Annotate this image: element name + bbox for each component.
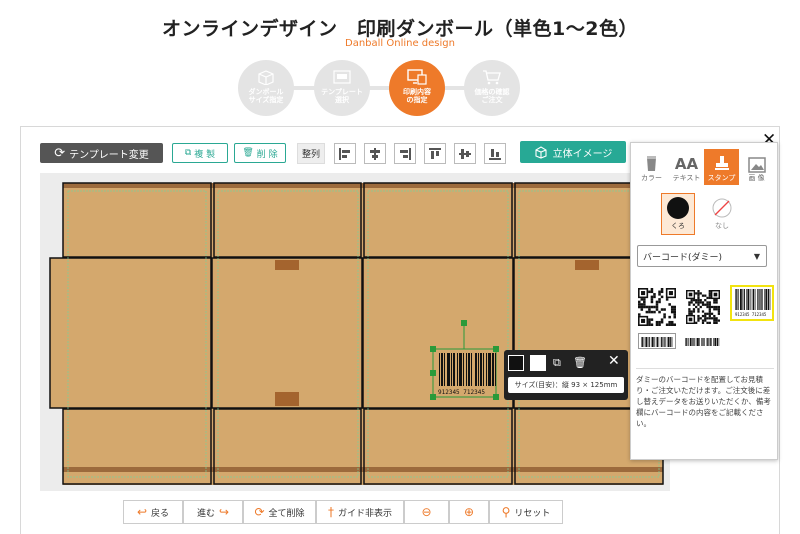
image-icon	[747, 157, 766, 173]
redo-icon: ↪	[218, 505, 230, 519]
color-black-button[interactable]	[508, 355, 524, 371]
trash-icon[interactable]: 🗑	[573, 356, 587, 369]
element-popup: ⧉ 🗑 ✕ サイズ(目安)：縦 93 × 125mm	[504, 350, 628, 400]
stamp-icon	[714, 156, 729, 170]
duplicate-button[interactable]: ⧉ 複 製	[172, 143, 228, 163]
refresh-icon: ⟳	[54, 145, 66, 161]
qr-code-icon	[686, 290, 720, 324]
zoom-in-icon: ⊕	[463, 505, 475, 519]
size-readout: サイズ(目安)：縦 93 × 125mm	[508, 377, 624, 393]
step-label: ダンボール サイズ指定	[248, 88, 284, 104]
swatch-none[interactable]: なし	[705, 193, 739, 235]
zoom-out-button[interactable]: ⊖	[404, 500, 449, 524]
step-order[interactable]: 価格の確認 ご注文	[464, 60, 520, 116]
monitor-icon	[407, 69, 427, 85]
design-canvas[interactable]: 912345 712345	[40, 173, 670, 491]
step-template[interactable]: テンプレート 選択	[314, 60, 370, 116]
tab-color[interactable]: カラー	[634, 149, 669, 185]
step-label: 印刷内容 の指定	[403, 88, 431, 104]
align-center-icon	[370, 147, 380, 160]
guide-toggle-button[interactable]: † ガイド非表示	[316, 500, 404, 524]
no-color-icon	[712, 198, 732, 218]
barcode-icon	[641, 337, 673, 347]
text-icon: AA	[674, 155, 699, 173]
zoom-out-icon: ⊖	[421, 505, 432, 519]
page-subtitle: Danball Online design	[345, 38, 455, 49]
barcode-icon: 912345 712345	[735, 289, 771, 317]
refresh-icon: ⟳	[254, 505, 265, 519]
cart-icon	[483, 70, 501, 85]
3d-view-button[interactable]: 立体イメージ	[520, 141, 626, 163]
align-label: 整列	[297, 143, 325, 164]
svg-text:912345 712345: 912345 712345	[735, 312, 767, 317]
step-print-content[interactable]: 印刷内容 の指定	[389, 60, 445, 116]
copy-icon: ⧉	[184, 148, 192, 158]
barcode-option[interactable]	[685, 333, 721, 346]
undo-button[interactable]: ↩ 戻る	[123, 500, 183, 524]
tab-image[interactable]: 画 像	[739, 149, 774, 185]
page-title: オンラインデザイン 印刷ダンボール（単色1～2色）	[162, 18, 638, 40]
trash-icon: 🗑	[242, 148, 254, 158]
logo-box-icon	[333, 70, 351, 84]
step-size[interactable]: ダンボール サイズ指定	[238, 60, 294, 116]
stamp-panel: カラー AA テキスト スタンプ 画 像 くろ なし バーコード(ダミー) ▼ …	[630, 142, 778, 460]
search-icon: ⚲	[501, 505, 511, 519]
redo-button[interactable]: 進む ↪	[183, 500, 243, 524]
template-change-button[interactable]: ⟳ テンプレート変更	[40, 143, 163, 163]
delete-button[interactable]: 🗑 削 除	[234, 143, 286, 163]
black-circle-icon	[667, 197, 689, 219]
align-middle-icon	[459, 148, 471, 159]
reset-button[interactable]: ⚲ リセット	[489, 500, 563, 524]
copy-icon[interactable]: ⧉	[553, 356, 561, 370]
delete-all-button[interactable]: ⟳ 全て削除	[243, 500, 316, 524]
barcode-option-selected[interactable]: 912345 712345	[730, 285, 774, 321]
box-icon	[258, 70, 274, 85]
stamp-type-select[interactable]: バーコード(ダミー) ▼	[637, 245, 767, 267]
align-top-icon	[429, 147, 441, 159]
cube-icon	[535, 145, 547, 159]
align-bottom-button[interactable]	[484, 143, 506, 164]
chevron-down-icon: ▼	[753, 251, 760, 261]
undo-icon: ↩	[136, 505, 148, 519]
tab-text[interactable]: AA テキスト	[669, 149, 704, 185]
guide-icon: †	[327, 505, 334, 519]
barcode-option[interactable]	[638, 333, 676, 349]
stamp-description: ダミーのバーコードを配置してお見積り・ご注文いただけます。ご注文後に差し替えデー…	[636, 368, 774, 429]
align-top-button[interactable]	[424, 143, 446, 164]
align-center-button[interactable]	[364, 143, 386, 164]
align-left-icon	[339, 147, 350, 160]
align-left-button[interactable]	[334, 143, 356, 164]
align-bottom-icon	[489, 148, 501, 160]
paint-bucket-icon	[646, 156, 656, 171]
color-white-button[interactable]	[530, 355, 546, 371]
barcode-number: 912345 712345	[438, 389, 485, 396]
align-right-icon	[400, 147, 411, 160]
zoom-in-button[interactable]: ⊕	[449, 500, 489, 524]
barcode-icon	[685, 338, 720, 346]
close-icon[interactable]: ✕	[608, 353, 620, 369]
align-middle-button[interactable]	[454, 143, 476, 164]
align-right-button[interactable]	[394, 143, 416, 164]
step-label: テンプレート 選択	[321, 88, 363, 104]
qr-code-icon	[638, 288, 676, 326]
swatch-black[interactable]: くろ	[661, 193, 695, 235]
step-label: 価格の確認 ご注文	[474, 88, 510, 104]
tab-stamp[interactable]: スタンプ	[704, 149, 739, 185]
dieline-svg[interactable]: 912345 712345	[40, 173, 670, 491]
qr-code-option[interactable]	[638, 288, 676, 326]
qr-code-option[interactable]	[685, 288, 721, 326]
